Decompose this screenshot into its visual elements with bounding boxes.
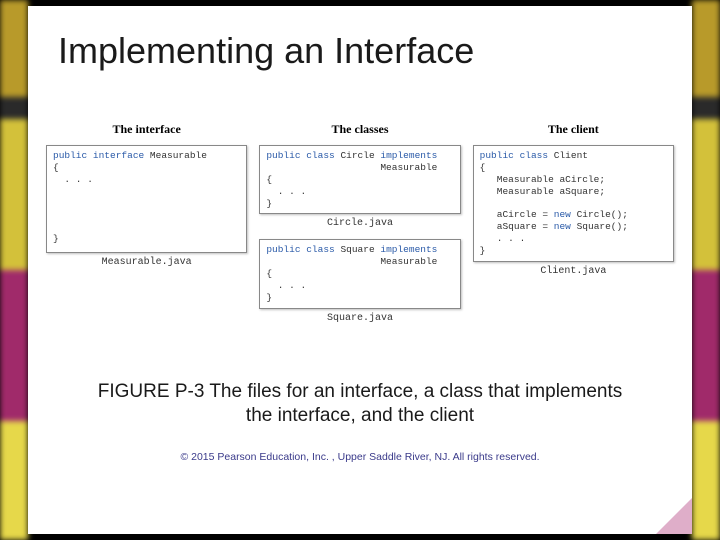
page-curl-icon [656,498,692,534]
column-interface: The interface public interface Measurabl… [46,122,247,334]
filename-client: Client.java [540,266,606,277]
figure-area: The interface public interface Measurabl… [46,122,674,334]
code-box-measurable: public interface Measurable { . . . } [46,145,247,253]
code-box-client: public class Client { Measurable aCircle… [473,145,674,262]
code-box-circle: public class Circle implements Measurabl… [259,145,460,214]
column-header-interface: The interface [113,122,181,137]
column-header-classes: The classes [331,122,388,137]
slide: Implementing an Interface The interface … [28,6,692,534]
filename-measurable: Measurable.java [102,257,192,268]
slide-title: Implementing an Interface [28,6,692,72]
code-box-square: public class Square implements Measurabl… [259,239,460,308]
figure-caption: FIGURE P-3 The files for an interface, a… [88,380,632,429]
copyright-text: © 2015 Pearson Education, Inc. , Upper S… [28,451,692,463]
column-client: The client public class Client { Measura… [473,122,674,334]
decorative-stripe-left [0,0,28,540]
column-header-client: The client [548,122,599,137]
column-classes: The classes public class Circle implemen… [259,122,460,334]
decorative-stripe-right [692,0,720,540]
filename-square: Square.java [327,313,393,324]
filename-circle: Circle.java [327,218,393,229]
